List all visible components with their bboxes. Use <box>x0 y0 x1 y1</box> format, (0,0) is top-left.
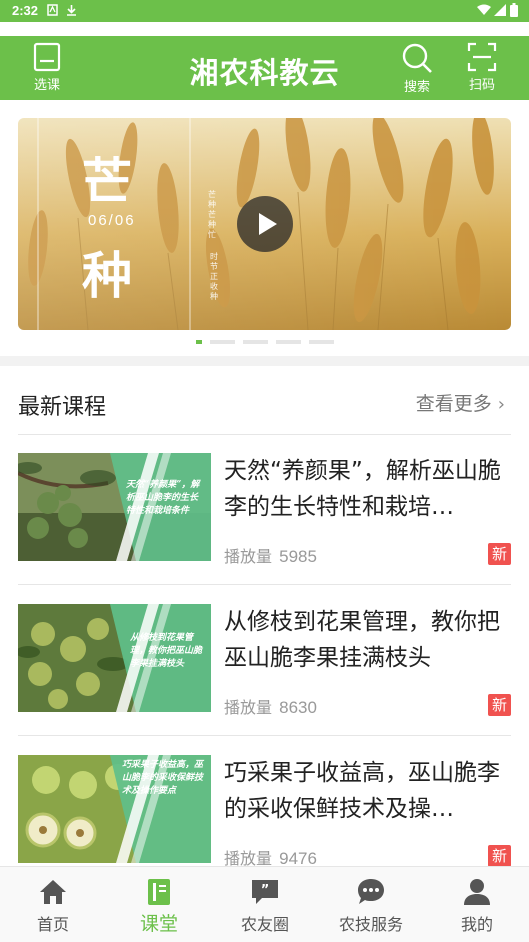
course-thumbnail: 巧采果子收益高，巫山脆李的采收保鲜技术及操作要点 <box>18 755 211 863</box>
new-badge: 新 <box>488 694 511 716</box>
carousel-dot[interactable] <box>309 340 334 344</box>
carousel-dot-active[interactable] <box>196 340 202 344</box>
wifi-icon <box>477 4 491 15</box>
course-thumbnail: 天然“养颜果”，解析巫山脆李的生长特性和栽培条件 <box>18 453 211 561</box>
scan-icon <box>467 42 497 72</box>
nav-home[interactable]: 首页 <box>0 867 106 942</box>
nav-farmer-circle[interactable]: ” 农友圈 <box>212 867 318 942</box>
course-title[interactable]: 从修枝到花果管理，教你把巫山脆李果挂满枝头 <box>224 604 511 676</box>
carousel-dot[interactable] <box>210 340 235 344</box>
view-more-link[interactable]: 查看更多 › <box>416 389 505 416</box>
plays-label: 播放量 <box>224 547 273 566</box>
quote-bubble-icon: ” <box>252 880 278 904</box>
carousel-dot[interactable] <box>276 340 301 344</box>
nav-farmer-circle-label: 农友圈 <box>240 915 289 934</box>
nav-mine[interactable]: 我的 <box>424 867 529 942</box>
banner-title-line2: 种 <box>82 246 132 305</box>
view-more-label: 查看更多 <box>415 393 492 415</box>
nav-agri-service[interactable]: 农技服务 <box>318 867 424 942</box>
course-item[interactable]: 巧采果子收益高，巫山脆李的采收保鲜技术及操作要点 巧采果子收益高，巫山脆李的采收… <box>18 737 511 887</box>
scan-button[interactable]: 扫码 <box>455 42 509 98</box>
search-label: 搜索 <box>403 80 430 95</box>
nav-mine-label: 我的 <box>460 915 493 934</box>
course-item[interactable]: 从修枝到花果管理，教你把巫山脆李果挂满枝头 从修枝到花果管理，教你把巫山脆李果挂… <box>18 586 511 736</box>
course-divider <box>18 584 511 585</box>
course-thumbnail-text: 天然“养颜果”，解析巫山脆李的生长特性和栽培条件 <box>126 480 200 516</box>
new-badge: 新 <box>488 543 511 565</box>
download-icon <box>67 5 76 16</box>
nav-classroom[interactable]: 课堂 <box>106 867 212 942</box>
course-thumbnail: 从修枝到花果管理，教你把巫山脆李果挂满枝头 <box>18 604 211 712</box>
home-icon <box>40 880 66 904</box>
chat-dots-icon <box>358 879 384 904</box>
course-title[interactable]: 巧采果子收益高，巫山脆李的采收保鲜技术及操… <box>224 755 511 827</box>
plays-label: 播放量 <box>224 698 273 717</box>
banner-vertical-text-2: 时节正收种 <box>210 252 218 301</box>
banner-title-line1: 芒 <box>82 152 132 211</box>
bottom-navigation: 首页 课堂 ” 农友圈 农技服务 我的 <box>0 866 529 942</box>
nav-classroom-label: 课堂 <box>139 913 178 935</box>
plays-count: 5985 <box>279 547 317 566</box>
search-icon <box>402 43 432 73</box>
user-icon <box>464 879 490 905</box>
course-plays: 播放量 5985 <box>224 543 317 567</box>
nav-home-label: 首页 <box>36 915 69 934</box>
plays-count: 8630 <box>279 698 317 717</box>
battery-icon <box>510 3 518 17</box>
app-header: 选课 湘农科教云 搜索 扫码 <box>0 36 529 100</box>
play-button[interactable] <box>237 196 293 252</box>
status-gap <box>0 22 529 36</box>
banner-carousel[interactable]: 芒 06/06 种 芒种芒种忙 时节正收种 <box>18 118 511 330</box>
carousel-dot[interactable] <box>243 340 268 344</box>
status-time: 2:32 <box>12 3 39 18</box>
chevron-right-icon: › <box>497 394 505 415</box>
classroom-icon <box>148 879 170 905</box>
course-title[interactable]: 天然“养颜果”，解析巫山脆李的生长特性和栽培… <box>224 453 511 525</box>
new-badge: 新 <box>488 845 511 867</box>
course-divider <box>18 735 511 736</box>
course-plays: 播放量 8630 <box>224 694 317 718</box>
banner-vertical-text-1: 芒种芒种忙 <box>208 190 216 239</box>
notification-icon <box>47 4 58 16</box>
svg-text:”: ” <box>261 883 270 898</box>
banner-date: 06/06 <box>88 212 136 229</box>
app-title: 湘农科教云 <box>189 56 340 90</box>
course-item[interactable]: 天然“养颜果”，解析巫山脆李的生长特性和栽培条件 天然“养颜果”，解析巫山脆李的… <box>18 435 511 585</box>
status-bar: 2:32 <box>0 0 529 22</box>
signal-icon <box>494 4 506 16</box>
section-separator <box>0 356 529 366</box>
nav-agri-service-label: 农技服务 <box>338 915 403 934</box>
course-thumbnail-text: 巧采果子收益高，巫山脆李的采收保鲜技术及操作要点 <box>122 760 204 796</box>
course-thumbnail-text: 从修枝到花果管理，教你把巫山脆李果挂满枝头 <box>130 633 203 669</box>
scan-label: 扫码 <box>468 78 495 93</box>
section-title: 最新课程 <box>18 395 107 420</box>
search-button[interactable]: 搜索 <box>390 42 444 98</box>
